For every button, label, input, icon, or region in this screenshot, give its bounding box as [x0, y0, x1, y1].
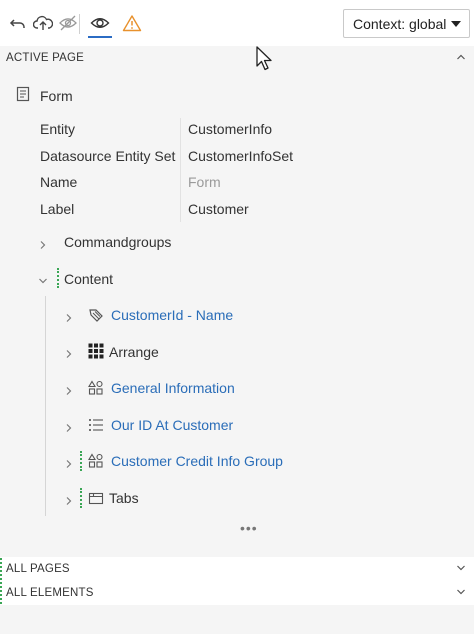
context-select-label: Context: global: [353, 15, 447, 32]
preview-button[interactable]: [88, 11, 112, 35]
active-page-header[interactable]: ACTIVE PAGE: [0, 46, 474, 70]
form-node[interactable]: Form: [16, 86, 73, 105]
context-select[interactable]: Context: global: [343, 9, 470, 38]
more-button[interactable]: •••: [240, 520, 258, 536]
chevron-right-icon[interactable]: [64, 493, 74, 505]
chevron-down-icon: [456, 563, 466, 576]
chevron-down-icon: [456, 587, 466, 600]
chevron-right-icon[interactable]: [64, 346, 74, 358]
chevron-right-icon[interactable]: [38, 237, 48, 249]
property-label-label: Label: [40, 201, 75, 217]
undo-icon: [9, 14, 27, 32]
grid-icon: [88, 343, 104, 359]
active-page-title: ACTIVE PAGE: [6, 52, 85, 64]
form-icon: [16, 86, 30, 105]
panel-footer-area: [0, 605, 474, 634]
warnings-button[interactable]: [120, 11, 144, 35]
caret-down-icon: [451, 21, 461, 27]
property-value-entity[interactable]: CustomerInfo: [188, 121, 272, 137]
tree-item-commandgroups[interactable]: Commandgroups: [64, 234, 171, 250]
toolbar-separator: [79, 14, 80, 34]
property-label-datasource: Datasource Entity Set: [40, 148, 176, 164]
tag-icon: [88, 307, 104, 323]
chevron-right-icon[interactable]: [64, 420, 74, 432]
active-tab-indicator: [88, 36, 112, 38]
eye-off-icon: [58, 14, 78, 32]
property-value-datasource[interactable]: CustomerInfoSet: [188, 148, 293, 164]
shapes-icon: [88, 453, 104, 469]
tree-item-customerid-name[interactable]: CustomerId - Name: [111, 307, 233, 323]
shapes-icon: [88, 380, 104, 396]
form-title: Form: [40, 87, 73, 104]
property-label-name: Name: [40, 174, 78, 190]
publish-button[interactable]: [31, 11, 55, 35]
tree-guide-line: [45, 296, 46, 516]
undo-button[interactable]: [6, 11, 30, 35]
cloud-upload-icon: [33, 14, 53, 32]
drag-handle-marker[interactable]: [57, 268, 59, 288]
tree-item-customer-credit-info-group[interactable]: Customer Credit Info Group: [111, 453, 283, 469]
drag-handle-marker: [0, 558, 2, 604]
tree-item-general-information[interactable]: General Information: [111, 380, 235, 396]
property-divider: [180, 118, 181, 222]
drag-handle-marker[interactable]: [80, 451, 82, 471]
tree-item-content[interactable]: Content: [64, 271, 113, 287]
tabs-icon: [88, 490, 104, 506]
property-label-entity: Entity: [40, 121, 76, 137]
chevron-right-icon[interactable]: [64, 310, 74, 322]
warning-icon: [122, 14, 142, 32]
eye-icon: [90, 15, 110, 31]
drag-handle-marker[interactable]: [80, 488, 82, 508]
list-icon: [88, 417, 104, 433]
chevron-right-icon[interactable]: [64, 383, 74, 395]
tree-item-our-id-at-customer[interactable]: Our ID At Customer: [111, 417, 233, 433]
chevron-down-icon[interactable]: [38, 273, 48, 284]
toolbar: Context: global: [0, 0, 474, 46]
tree-item-tabs[interactable]: Tabs: [109, 490, 139, 506]
tree-item-arrange[interactable]: Arrange: [109, 344, 159, 360]
mouse-cursor-icon: [256, 46, 274, 77]
all-pages-header[interactable]: ALL PAGES: [0, 557, 474, 581]
chevron-up-icon: [456, 52, 466, 65]
all-pages-title: ALL PAGES: [6, 563, 70, 575]
all-elements-title: ALL ELEMENTS: [6, 587, 94, 599]
property-value-name[interactable]: Form: [188, 174, 221, 190]
hide-button[interactable]: [56, 11, 80, 35]
all-elements-header[interactable]: ALL ELEMENTS: [0, 581, 474, 605]
chevron-right-icon[interactable]: [64, 456, 74, 468]
property-value-label[interactable]: Customer: [188, 201, 249, 217]
